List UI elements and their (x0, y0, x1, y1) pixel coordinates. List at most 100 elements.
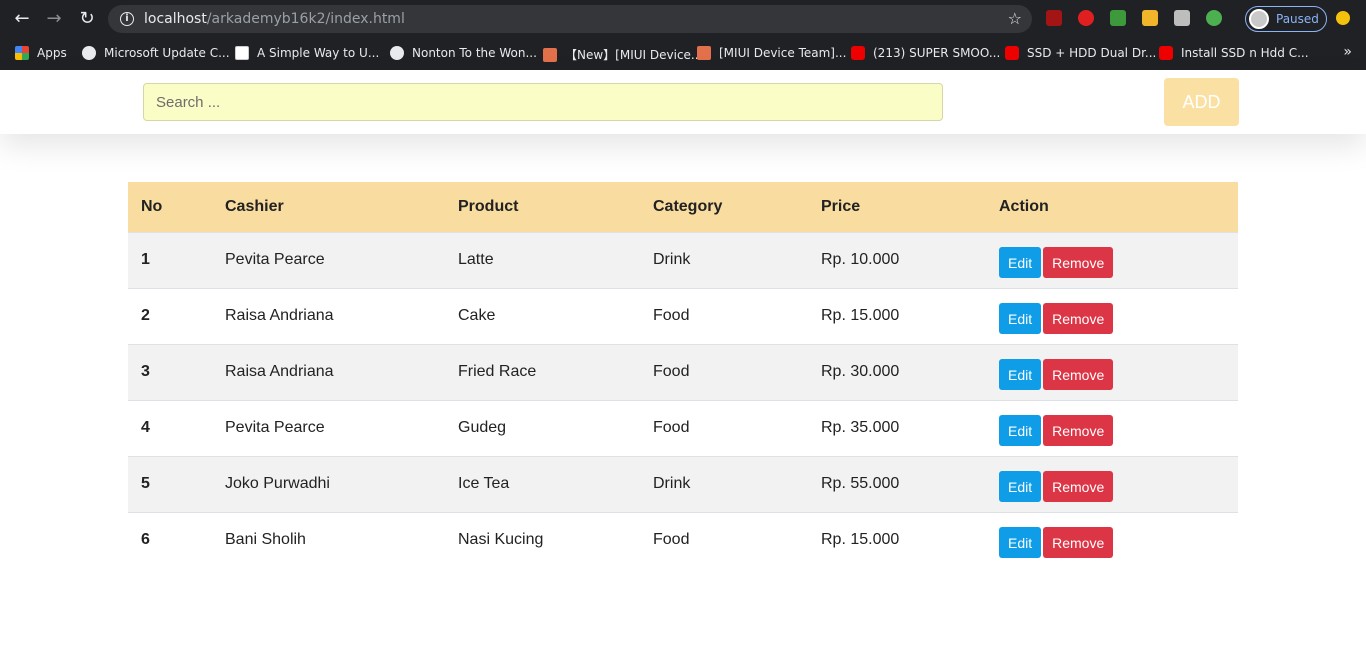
cell-action: Edit Remove (986, 400, 1238, 456)
cell-product: Cake (458, 307, 496, 324)
table-row: 1 Pevita Pearce Latte Drink Rp. 10.000 E… (128, 232, 1238, 288)
table-header-row: No Cashier Product Category Price Action (128, 182, 1238, 232)
bookmark-1[interactable]: Microsoft Update C... (82, 46, 230, 60)
recycle-extension-icon[interactable] (1206, 10, 1222, 26)
cell-category: Food (653, 307, 690, 324)
cell-price: Rp. 15.000 (821, 307, 900, 324)
edit-button[interactable]: Edit (999, 415, 1042, 446)
cell-action: Edit Remove (986, 232, 1238, 288)
column-header-price: Price (821, 197, 861, 215)
cell-price: Rp. 10.000 (821, 251, 900, 268)
address-bar[interactable]: i localhost/arkademyb16k2/index.html ☆ (108, 5, 1032, 33)
column-header-product: Product (458, 197, 519, 215)
bookmarks-bar: Apps Microsoft Update C... A Simple Way … (0, 37, 1366, 70)
globe-icon (82, 46, 96, 60)
bookmark-2[interactable]: A Simple Way to U... (235, 46, 379, 60)
bookmarks-overflow-icon[interactable]: » (1343, 44, 1352, 60)
cell-action: Edit Remove (986, 288, 1238, 344)
cell-price: Rp. 15.000 (821, 531, 900, 549)
bookmark-star-icon[interactable]: ☆ (1008, 9, 1022, 28)
cell-no: 6 (141, 531, 150, 549)
cell-no: 5 (141, 475, 150, 492)
column-header-no: No (141, 197, 163, 215)
youtube-icon (1159, 46, 1173, 60)
pdf-extension-icon[interactable] (1046, 10, 1062, 26)
cell-action: Edit Remove (986, 512, 1238, 568)
cell-cashier: Joko Purwadhi (225, 475, 330, 492)
cell-no: 3 (141, 363, 150, 380)
transactions-table: No Cashier Product Category Price Action… (128, 182, 1238, 568)
cell-cashier: Pevita Pearce (225, 419, 325, 436)
add-button[interactable]: ADD (1164, 78, 1239, 126)
cors-extension-icon[interactable] (1110, 10, 1126, 26)
cell-cashier: Raisa Andriana (225, 363, 334, 380)
cell-category: Drink (653, 475, 691, 492)
edit-button[interactable]: Edit (999, 359, 1042, 390)
remove-button[interactable]: Remove (1043, 471, 1114, 502)
edit-button[interactable]: Edit (999, 247, 1042, 278)
table-row: 3 Raisa Andriana Fried Race Food Rp. 30.… (128, 344, 1238, 400)
cell-action: Edit Remove (986, 344, 1238, 400)
edit-button[interactable]: Edit (999, 303, 1042, 334)
table-row: 5 Joko Purwadhi Ice Tea Drink Rp. 55.000… (128, 456, 1238, 512)
remove-button[interactable]: Remove (1043, 415, 1114, 446)
bookmark-6[interactable]: (213) SUPER SMOO... (851, 46, 1000, 60)
page-header: ADD (0, 70, 1366, 134)
cell-category: Food (653, 363, 690, 380)
search-input[interactable] (143, 83, 943, 121)
remove-button[interactable]: Remove (1043, 303, 1114, 334)
column-header-category: Category (653, 197, 723, 215)
cell-category: Drink (653, 251, 691, 268)
cell-price: Rp. 55.000 (821, 475, 900, 492)
edit-button[interactable]: Edit (999, 471, 1042, 502)
site-icon (235, 46, 249, 60)
bookmark-5[interactable]: [MIUI Device Team]... (697, 46, 846, 60)
url-host: localhost (144, 11, 207, 27)
cell-category: Food (653, 531, 690, 549)
globe-icon (390, 46, 404, 60)
cell-product: Gudeg (458, 419, 507, 436)
vue-extension-icon[interactable] (1142, 10, 1158, 26)
remove-button[interactable]: Remove (1043, 527, 1114, 559)
info-icon[interactable]: i (120, 12, 134, 26)
column-header-action: Action (999, 197, 1049, 215)
edit-button[interactable]: Edit (999, 527, 1042, 559)
cell-category: Food (653, 419, 690, 436)
cell-product: Fried Race (458, 363, 537, 380)
adblock-extension-icon[interactable] (1078, 10, 1094, 26)
cell-no: 2 (141, 307, 150, 324)
bookmark-7[interactable]: SSD + HDD Dual Dr... (1005, 46, 1156, 60)
bookmark-4[interactable]: 【New】[MIUI Device... (543, 46, 702, 63)
cell-product: Nasi Kucing (458, 531, 544, 549)
cell-cashier: Pevita Pearce (225, 251, 325, 268)
cell-product: Latte (458, 251, 494, 268)
back-icon[interactable]: ← (11, 8, 33, 30)
remove-button[interactable]: Remove (1043, 359, 1114, 390)
profile-status: Paused (1276, 12, 1319, 26)
cell-no: 4 (141, 419, 150, 436)
cell-action: Edit Remove (986, 456, 1238, 512)
table-row: 6 Bani Sholih Nasi Kucing Food Rp. 15.00… (128, 512, 1238, 568)
cube-extension-icon[interactable] (1174, 10, 1190, 26)
avatar (1249, 9, 1269, 29)
cell-price: Rp. 35.000 (821, 419, 900, 436)
remove-button[interactable]: Remove (1043, 247, 1114, 278)
cell-price: Rp. 30.000 (821, 363, 900, 380)
table-row: 4 Pevita Pearce Gudeg Food Rp. 35.000 Ed… (128, 400, 1238, 456)
reload-icon[interactable]: ↻ (76, 8, 98, 30)
cell-cashier: Raisa Andriana (225, 307, 334, 324)
url-path: /arkademyb16k2/index.html (206, 11, 405, 27)
bookmark-apps[interactable]: Apps (15, 46, 67, 60)
profile-button[interactable]: Paused (1245, 6, 1327, 32)
cell-no: 1 (141, 251, 150, 268)
forward-icon[interactable]: → (43, 8, 65, 30)
miui-icon (697, 46, 711, 60)
update-menu-icon[interactable] (1336, 11, 1350, 25)
url-text[interactable]: localhost/arkademyb16k2/index.html (144, 11, 405, 27)
bookmark-8[interactable]: Install SSD n Hdd C... (1159, 46, 1309, 60)
youtube-icon (851, 46, 865, 60)
browser-toolbar: ← → ↻ i localhost/arkademyb16k2/index.ht… (0, 0, 1366, 37)
column-header-cashier: Cashier (225, 197, 284, 215)
cell-cashier: Bani Sholih (225, 531, 306, 549)
bookmark-3[interactable]: Nonton To the Won... (390, 46, 537, 60)
